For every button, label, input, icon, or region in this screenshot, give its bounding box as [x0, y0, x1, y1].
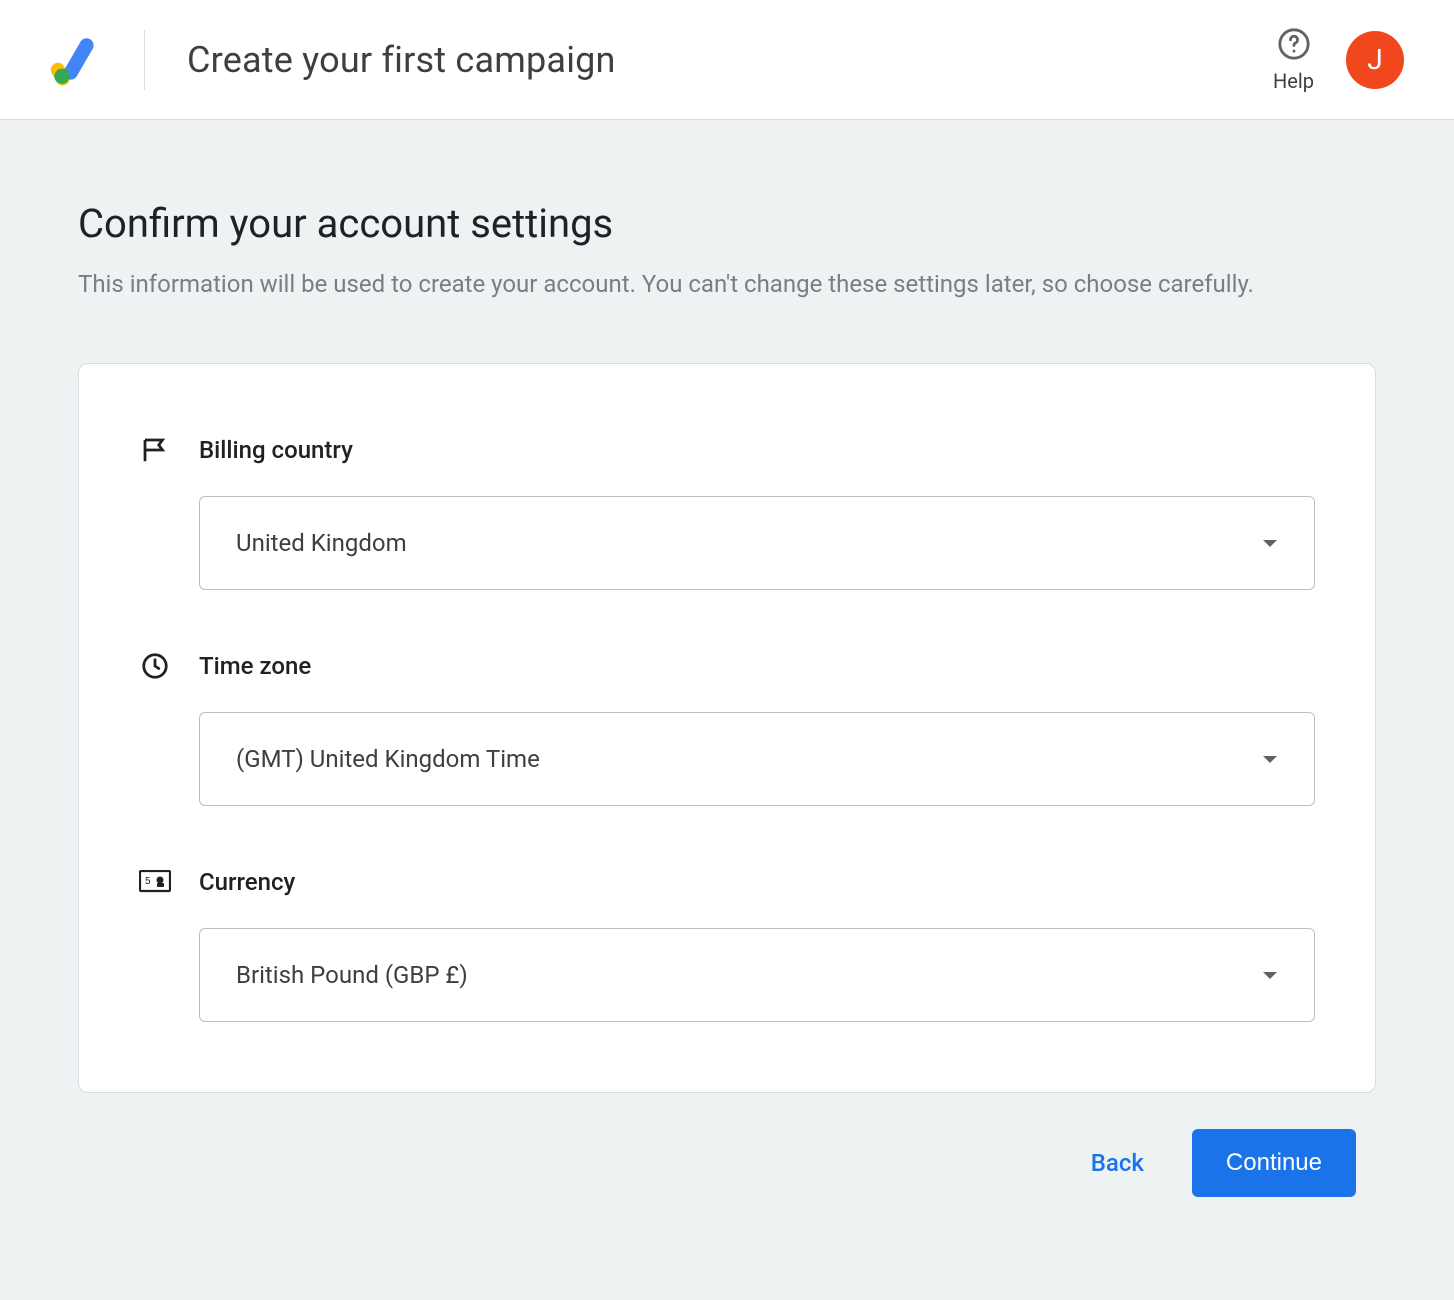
time-zone-value: (GMT) United Kingdom Time: [236, 745, 540, 773]
field-header: 5 Currency: [139, 866, 1315, 898]
help-button[interactable]: Help: [1273, 27, 1314, 93]
header-right: Help J: [1273, 27, 1404, 93]
back-button[interactable]: Back: [1091, 1149, 1144, 1177]
chevron-down-icon: [1262, 750, 1278, 769]
billing-country-select[interactable]: United Kingdom: [199, 496, 1315, 590]
currency-label: Currency: [199, 868, 295, 896]
currency-card-icon: 5: [139, 866, 171, 898]
billing-country-field: Billing country United Kingdom: [139, 434, 1315, 590]
billing-country-value: United Kingdom: [236, 529, 407, 557]
header-left: Create your first campaign: [50, 30, 616, 90]
help-label: Help: [1273, 69, 1314, 93]
page-title: Create your first campaign: [187, 39, 616, 81]
flag-icon: [139, 434, 171, 466]
continue-button[interactable]: Continue: [1192, 1129, 1356, 1197]
chevron-down-icon: [1262, 966, 1278, 985]
field-header: Billing country: [139, 434, 1315, 466]
settings-card: Billing country United Kingdom Time zone: [78, 363, 1376, 1093]
time-zone-field: Time zone (GMT) United Kingdom Time: [139, 650, 1315, 806]
svg-text:5: 5: [145, 876, 151, 887]
currency-field: 5 Currency British Pound (GBP £): [139, 866, 1315, 1022]
app-header: Create your first campaign Help J: [0, 0, 1454, 120]
footer-actions: Back Continue: [78, 1129, 1376, 1197]
avatar-initial: J: [1367, 43, 1382, 76]
field-header: Time zone: [139, 650, 1315, 682]
billing-country-label: Billing country: [199, 436, 353, 464]
clock-icon: [139, 650, 171, 682]
section-title: Confirm your account settings: [78, 200, 1376, 247]
help-icon: [1277, 27, 1311, 65]
user-avatar[interactable]: J: [1346, 31, 1404, 89]
time-zone-select[interactable]: (GMT) United Kingdom Time: [199, 712, 1315, 806]
main-content: Confirm your account settings This infor…: [0, 120, 1454, 1237]
time-zone-label: Time zone: [199, 652, 311, 680]
header-divider: [144, 30, 145, 90]
chevron-down-icon: [1262, 534, 1278, 553]
google-ads-logo: [50, 34, 102, 86]
currency-value: British Pound (GBP £): [236, 961, 468, 989]
section-subtitle: This information will be used to create …: [78, 265, 1376, 303]
currency-select[interactable]: British Pound (GBP £): [199, 928, 1315, 1022]
